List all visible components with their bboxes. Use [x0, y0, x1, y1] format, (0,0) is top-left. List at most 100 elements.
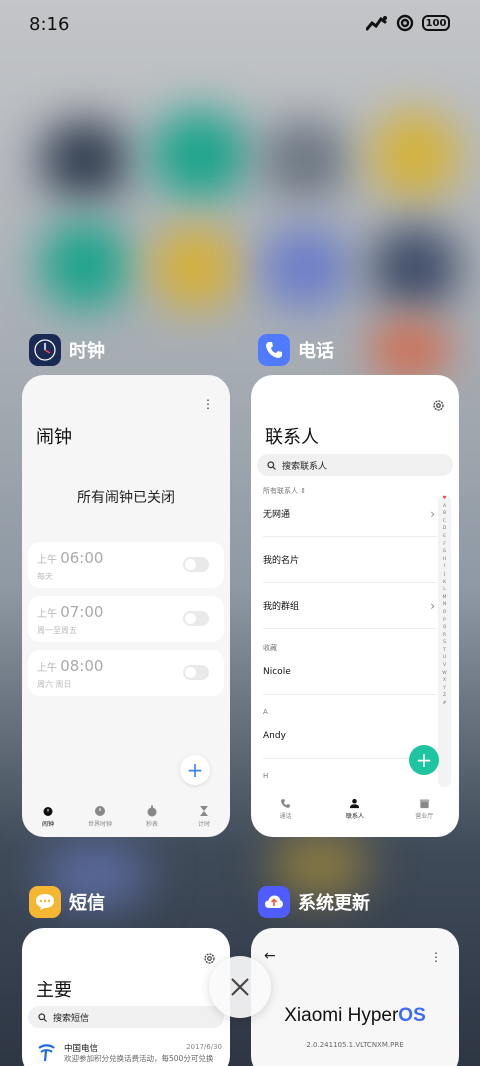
contact-name: Andy — [263, 730, 286, 741]
battery-icon: 100 — [422, 15, 450, 31]
message-item[interactable]: 中国电信 2017/6/30 欢迎参加积分兑换话费活动，每500分可兑换 — [34, 1040, 224, 1066]
hyperos-logo: Xiaomi HyperOS — [251, 1005, 459, 1027]
more-icon[interactable]: ⋮ — [430, 950, 442, 964]
contact-item[interactable]: Nicole — [263, 649, 437, 695]
sms-app-name: 短信 — [69, 893, 105, 914]
alphabet-index[interactable]: ♥ A B C D E F G H I J K L M N O P Q R S T U V W X Y Z # — [438, 495, 451, 787]
list-item-my-groups[interactable]: 我的群组 › — [263, 583, 437, 629]
phone-bottom-nav: 通话 联系人 营业厅 — [251, 798, 459, 820]
alarm-item[interactable]: 上午 07:00 周一至周五 — [28, 596, 224, 642]
page-title: 闹钟 — [36, 427, 72, 448]
row-label: 我的名片 — [263, 556, 300, 566]
clock-app-name: 时钟 — [69, 341, 105, 362]
index-letter[interactable]: K — [438, 579, 451, 587]
index-letter[interactable]: Q — [438, 624, 451, 632]
hotspot-icon — [396, 14, 414, 32]
message-date: 2017/6/30 — [186, 1043, 222, 1051]
tab-label: 世界时钟 — [87, 821, 112, 828]
index-letter[interactable]: Y — [438, 685, 451, 693]
index-letter[interactable]: A — [438, 503, 451, 511]
index-letter[interactable]: F — [438, 541, 451, 549]
alarm-toggle[interactable] — [183, 557, 209, 572]
index-letter[interactable]: T — [438, 647, 451, 655]
index-letter[interactable]: X — [438, 677, 451, 685]
index-letter[interactable]: B — [438, 510, 451, 518]
brand-prefix: Xiaomi Hyper — [284, 1005, 399, 1026]
close-icon — [231, 978, 249, 996]
update-app-card[interactable]: ← ⋮ Xiaomi HyperOS 2.0.241105.1.VLTCNXM.… — [251, 928, 459, 1066]
index-letter[interactable]: E — [438, 533, 451, 541]
index-letter[interactable]: C — [438, 518, 451, 526]
sms-app-icon — [29, 886, 61, 918]
add-contact-button[interactable]: + — [409, 745, 439, 775]
index-letter[interactable]: N — [438, 601, 451, 609]
tab-stopwatch[interactable]: 秒表 — [127, 805, 177, 828]
alarm-icon — [43, 807, 53, 816]
hourglass-icon — [200, 806, 208, 816]
phone-app-header[interactable]: 电话 — [258, 334, 334, 366]
index-letter[interactable]: U — [438, 654, 451, 662]
index-letter[interactable]: # — [438, 700, 451, 708]
search-input[interactable]: 搜索短信 — [28, 1006, 224, 1028]
china-telecom-logo-icon — [38, 1044, 55, 1062]
chevron-right-icon: › — [430, 598, 435, 613]
index-letter[interactable]: J — [438, 571, 451, 579]
tab-alarm[interactable]: 闹钟 — [23, 805, 73, 828]
phone-icon — [281, 799, 291, 808]
version-text: 2.0.241105.1.VLTCNXM.PRE — [306, 1041, 404, 1049]
tab-contacts[interactable]: 联系人 — [330, 798, 380, 820]
tab-label: 联系人 — [345, 813, 364, 820]
index-letter[interactable]: O — [438, 609, 451, 617]
index-letter[interactable]: R — [438, 632, 451, 640]
alarm-repeat: 周六 周日 — [37, 680, 72, 689]
alarm-toggle[interactable] — [183, 665, 209, 680]
list-item-no-network[interactable]: 无网通 › — [263, 491, 437, 537]
index-letter[interactable]: L — [438, 586, 451, 594]
phone-app-card[interactable]: 联系人 搜索联系人 所有联系人 ⇕ 无网通 › 我的名片 我的群组 › 收藏 Nic… — [251, 375, 459, 837]
tab-world-clock[interactable]: 世界时钟 — [75, 805, 125, 828]
contact-name: Nicole — [263, 666, 291, 677]
index-letter[interactable]: V — [438, 662, 451, 670]
search-icon — [38, 1012, 47, 1022]
signal-icon — [366, 16, 387, 31]
settings-icon[interactable] — [203, 952, 216, 965]
back-arrow-icon[interactable]: ← — [264, 948, 276, 964]
index-letter[interactable]: D — [438, 525, 451, 533]
index-letter[interactable]: Z — [438, 692, 451, 700]
search-input[interactable]: 搜索联系人 — [257, 454, 453, 476]
index-letter[interactable]: I — [438, 563, 451, 571]
settings-icon[interactable] — [432, 399, 445, 412]
more-icon[interactable]: ⋮ — [202, 397, 214, 411]
add-alarm-button[interactable]: + — [180, 755, 210, 785]
tab-timer[interactable]: 计时 — [179, 805, 229, 828]
clock-bottom-nav: 闹钟 世界时钟 秒表 计时 — [22, 805, 230, 828]
tab-label: 通话 — [279, 813, 292, 820]
index-letter[interactable]: ♥ — [438, 495, 451, 503]
list-item-my-card[interactable]: 我的名片 — [263, 537, 437, 583]
alarm-period: 上午 — [37, 609, 57, 620]
alarm-toggle[interactable] — [183, 611, 209, 626]
status-bar: 8:16 100 — [0, 0, 480, 50]
index-letter[interactable]: G — [438, 548, 451, 556]
sms-app-header[interactable]: 短信 — [29, 886, 105, 918]
update-app-header[interactable]: 系统更新 — [258, 886, 370, 918]
index-letter[interactable]: S — [438, 639, 451, 647]
clock-app-icon — [29, 334, 61, 366]
search-placeholder: 搜索联系人 — [282, 461, 328, 472]
index-letter[interactable]: H — [438, 556, 451, 564]
clock-app-card[interactable]: ⋮ 闹钟 所有闹钟已关闭 上午 06:00 每天 上午 07:00 周一至周五 … — [22, 375, 230, 837]
clear-all-button[interactable] — [209, 956, 271, 1018]
clock-app-header[interactable]: 时钟 — [29, 334, 105, 366]
index-letter[interactable]: P — [438, 617, 451, 625]
index-letter[interactable]: M — [438, 594, 451, 602]
tab-label: 秒表 — [145, 821, 158, 828]
row-label: 无网通 — [263, 510, 291, 520]
sms-app-card[interactable]: 主要 搜索短信 中国电信 2017/6/30 欢迎参加积分兑换话费活动，每500… — [22, 928, 230, 1066]
index-letter[interactable]: W — [438, 670, 451, 678]
tab-service-hall[interactable]: 营业厅 — [399, 798, 449, 820]
alarm-item[interactable]: 上午 06:00 每天 — [28, 542, 224, 588]
alarm-time: 07:00 — [60, 603, 104, 621]
clock-icon — [95, 806, 105, 816]
tab-calls[interactable]: 通话 — [261, 798, 311, 820]
alarm-item[interactable]: 上午 08:00 周六 周日 — [28, 650, 224, 696]
